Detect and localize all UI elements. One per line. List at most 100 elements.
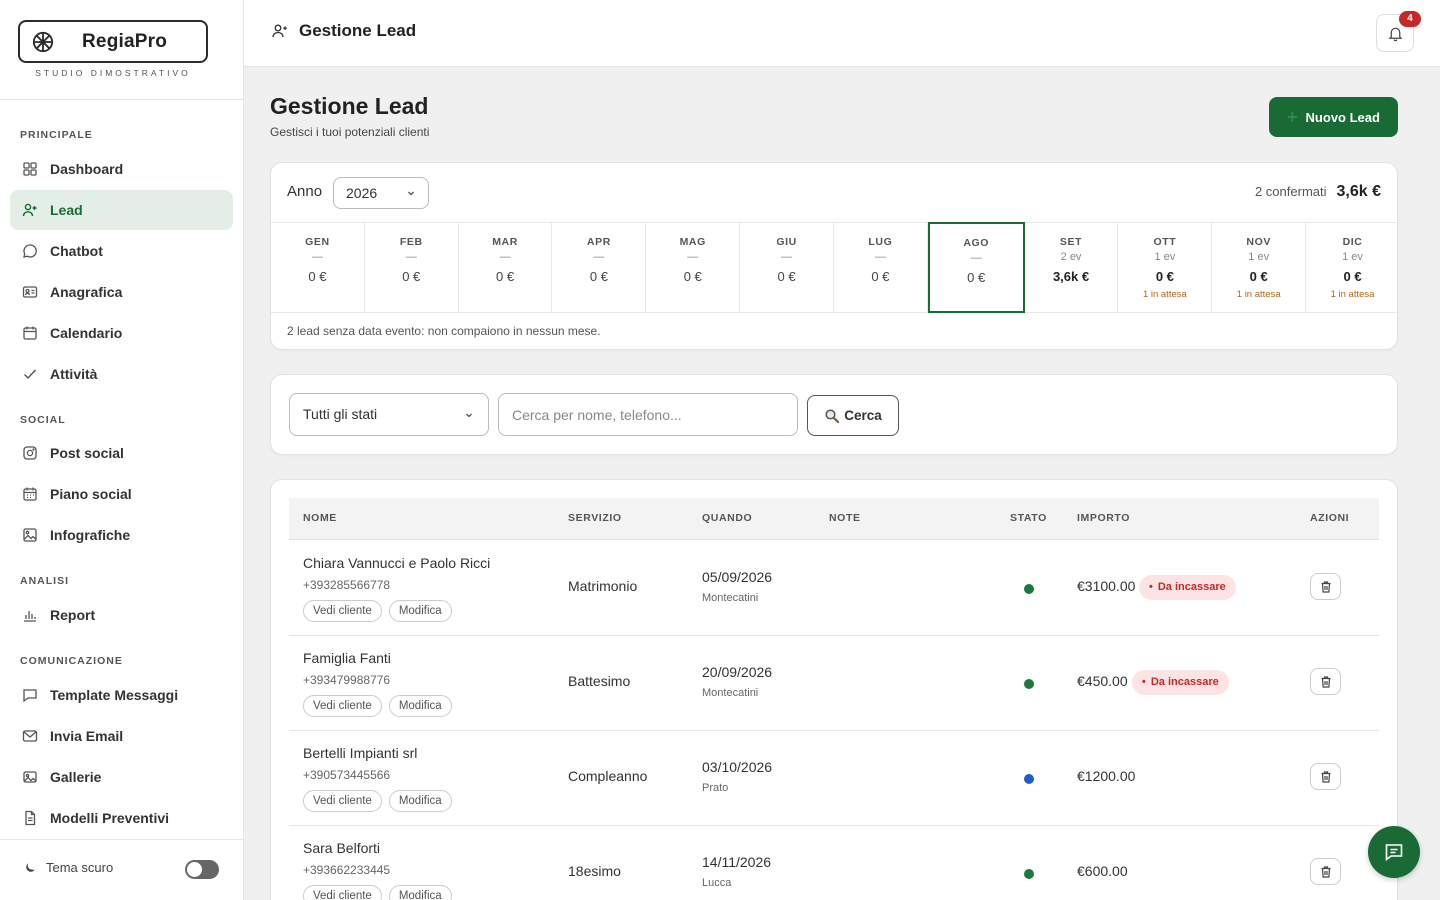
sidebar-item-label: Piano social [50, 486, 132, 502]
lead-date: 03/10/2026 [702, 759, 773, 775]
sidebar-item-invia-email[interactable]: Invia Email [10, 716, 233, 756]
sidebar-item-anagrafica[interactable]: Anagrafica [10, 272, 233, 312]
header-nome: NOME [303, 512, 337, 524]
sidebar-item-modelli-preventivi[interactable]: Modelli Preventivi [10, 798, 233, 838]
sidebar-item-label: Report [50, 607, 96, 623]
payment-badge: Da incassare [1139, 575, 1236, 600]
status-dot [1024, 869, 1034, 879]
user-plus-icon [22, 203, 37, 217]
month-name: MAG [679, 236, 706, 248]
view-client-button[interactable]: Vedi cliente [303, 790, 382, 812]
month-name: LUG [868, 236, 893, 248]
month-cell-giu[interactable]: GIU — 0 € [740, 223, 834, 312]
page-subtitle: Gestisci i tuoi potenziali clienti [270, 125, 430, 139]
table-row: Famiglia Fanti +393479988776 Vedi cliente M… [289, 636, 1379, 731]
new-lead-button[interactable]: + Nuovo Lead [1269, 97, 1398, 137]
month-pending: 1 in attesa [1236, 289, 1281, 300]
lead-service: 18esimo [568, 863, 621, 879]
sidebar-item-infografiche[interactable]: Infografiche [10, 515, 233, 555]
section-principale: PRINCIPALE [20, 129, 93, 141]
month-name: AGO [963, 237, 990, 249]
lead-actions: Vedi cliente Modifica [303, 695, 459, 717]
sidebar: RegiaPro STUDIO DIMOSTRATIVO PRINCIPALE … [0, 0, 244, 900]
sidebar-item-label: Chatbot [50, 243, 103, 259]
month-cell-feb[interactable]: FEB — 0 € [365, 223, 459, 312]
month-events: — [781, 251, 793, 263]
month-cell-mar[interactable]: MAR — 0 € [459, 223, 553, 312]
month-events: — [687, 251, 699, 263]
lead-actions: Vedi cliente Modifica [303, 885, 459, 900]
sidebar-item-template-messaggi[interactable]: Template Messaggi [10, 675, 233, 715]
edit-lead-button[interactable]: Modifica [388, 600, 452, 622]
edit-lead-button[interactable]: Modifica [388, 695, 452, 717]
delete-lead-button[interactable] [1310, 573, 1341, 600]
lead-date: 14/11/2026 [702, 854, 772, 870]
topbar: Gestione Lead 4 [244, 0, 1440, 67]
lead-place: Montecatini [702, 687, 759, 699]
sidebar-item-post-social[interactable]: Post social [10, 433, 233, 473]
sidebar-item-label: Lead [50, 202, 83, 218]
bar-chart-icon [24, 611, 36, 622]
lead-service: Battesimo [568, 673, 631, 689]
theme-row: Tema scuro [24, 860, 113, 875]
sidebar-item-calendario[interactable]: Calendario [10, 313, 233, 353]
sidebar-item-dashboard[interactable]: Dashboard [10, 149, 233, 189]
table-row: Bertelli Impianti srl +390573445566 Vedi c… [289, 731, 1379, 826]
delete-lead-button[interactable] [1310, 668, 1341, 695]
month-cell-nov[interactable]: NOV 1 ev 0 € 1 in attesa [1212, 223, 1307, 312]
brand-logo[interactable]: RegiaPro [18, 20, 208, 63]
month-cell-gen[interactable]: GEN — 0 € [271, 223, 365, 312]
calendar-icon [23, 326, 37, 340]
chat-fab-button[interactable] [1368, 826, 1420, 878]
header-quando: QUANDO [702, 512, 753, 524]
sidebar-item-chatbot[interactable]: Chatbot [10, 231, 233, 271]
search-input[interactable] [498, 393, 798, 436]
sidebar-item-piano-social[interactable]: Piano social [10, 474, 233, 514]
image-icon [23, 528, 37, 542]
sidebar-item-label: Attività [50, 366, 98, 382]
lead-phone: +393662233445 [303, 863, 391, 877]
confirmed-value: 3,6k € [1336, 183, 1381, 200]
delete-lead-button[interactable] [1310, 763, 1341, 790]
edit-lead-button[interactable]: Modifica [388, 885, 452, 900]
brand-name: RegiaPro [82, 30, 168, 52]
search-button[interactable]: Cerca [807, 395, 899, 436]
month-cell-apr[interactable]: APR — 0 € [552, 223, 647, 312]
sidebar-item-attivita[interactable]: Attività [10, 354, 233, 394]
month-name: OTT [1153, 236, 1177, 248]
calendar-grid-icon [23, 487, 37, 501]
message-square-icon [23, 689, 37, 703]
month-cell-mag[interactable]: MAG — 0 € [646, 223, 741, 312]
delete-lead-button[interactable] [1310, 858, 1341, 885]
view-client-button[interactable]: Vedi cliente [303, 695, 382, 717]
page-title: Gestione Lead [270, 93, 429, 119]
sidebar-item-label: Post social [50, 445, 124, 461]
leads-table-card: NOME SERVIZIO QUANDO NOTE STATO IMPORTO … [270, 479, 1398, 900]
month-events: 2 ev [1060, 251, 1082, 263]
month-cell-lug[interactable]: LUG — 0 € [834, 223, 928, 312]
sidebar-item-gallerie[interactable]: Gallerie [10, 757, 233, 797]
sidebar-item-label: Infografiche [50, 527, 131, 543]
month-cell-ago[interactable]: AGO — 0 € [927, 222, 1025, 313]
month-pending: 1 in attesa [1330, 289, 1375, 300]
document-icon [25, 810, 36, 826]
month-cell-ott[interactable]: OTT 1 ev 0 € 1 in attesa [1118, 223, 1213, 312]
month-amount: 0 € [1343, 269, 1362, 284]
lead-name: Sara Belforti [303, 840, 381, 856]
view-client-button[interactable]: Vedi cliente [303, 885, 382, 900]
sidebar-item-lead[interactable]: Lead [10, 190, 233, 230]
view-client-button[interactable]: Vedi cliente [303, 600, 382, 622]
sidebar-item-label: Anagrafica [50, 284, 123, 300]
sidebar-item-report[interactable]: Report [10, 595, 233, 635]
lead-place: Montecatini [702, 592, 759, 604]
month-amount: 0 € [777, 269, 796, 284]
status-filter-select[interactable]: Tutti gli stati [289, 393, 489, 436]
month-cell-dic[interactable]: DIC 1 ev 0 € 1 in attesa [1306, 223, 1399, 312]
dark-theme-toggle[interactable] [185, 860, 219, 879]
year-select[interactable]: 2026 [333, 177, 429, 209]
header-azioni: AZIONI [1310, 512, 1350, 524]
notifications-button[interactable]: 4 [1376, 11, 1421, 52]
month-cell-set[interactable]: SET 2 ev 3,6k € [1025, 223, 1119, 312]
magnifier-icon [825, 408, 840, 423]
edit-lead-button[interactable]: Modifica [388, 790, 452, 812]
